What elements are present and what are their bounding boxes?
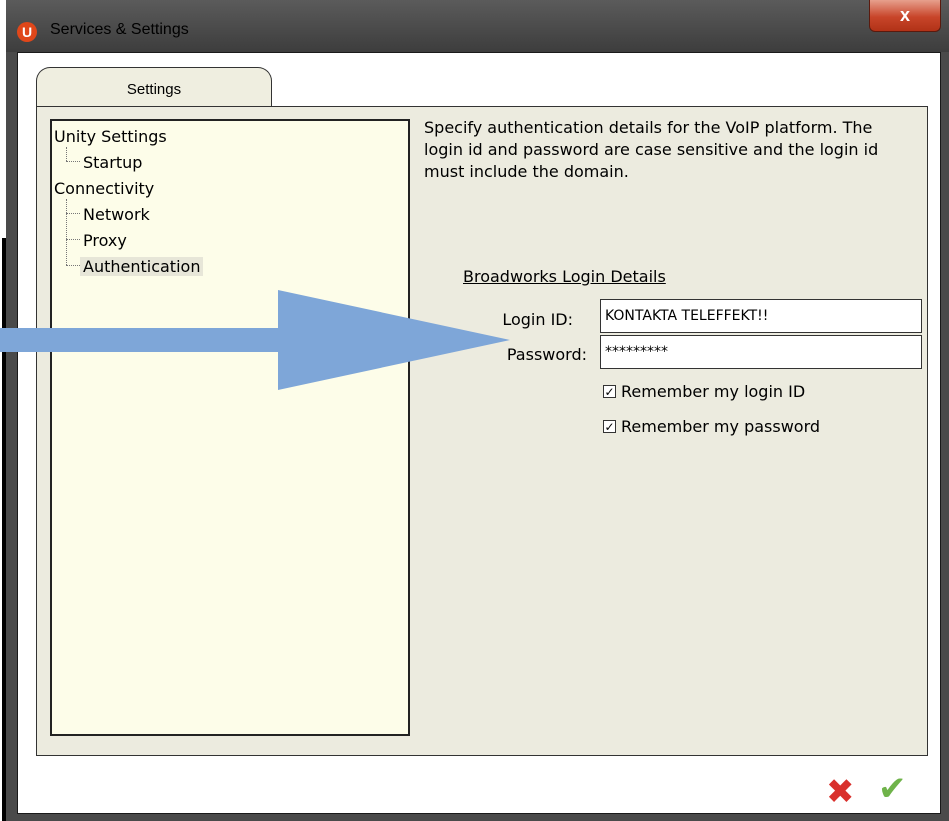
tree-connector xyxy=(66,147,67,161)
app-logo-icon: U xyxy=(17,22,37,42)
login-section-title: Broadworks Login Details xyxy=(463,267,666,286)
settings-window: U Services & Settings x Settings Unity S… xyxy=(6,0,949,821)
tree-connector xyxy=(66,239,80,240)
tree-connector xyxy=(66,213,80,214)
window-title: Services & Settings xyxy=(50,21,189,38)
settings-tree: Unity Settings Startup Connectivity Netw… xyxy=(50,119,410,736)
password-input[interactable] xyxy=(600,335,922,369)
tree-item-authentication[interactable]: Authentication xyxy=(80,257,204,276)
tab-settings[interactable]: Settings xyxy=(36,67,272,111)
tree-item-connectivity[interactable]: Connectivity xyxy=(54,179,154,198)
remember-login-label: Remember my login ID xyxy=(621,382,806,401)
login-id-input[interactable] xyxy=(600,299,922,333)
window-client-area: Settings Unity Settings Startup Connecti… xyxy=(17,52,941,814)
remember-login-checkbox[interactable]: ✓ xyxy=(603,385,616,399)
tree-connector xyxy=(66,265,80,266)
cancel-x-icon[interactable]: ✖ xyxy=(826,772,855,812)
tree-item-unity-settings[interactable]: Unity Settings xyxy=(54,127,167,146)
remember-password-label: Remember my password xyxy=(621,417,821,436)
client-inner: Settings Unity Settings Startup Connecti… xyxy=(20,55,938,812)
close-button[interactable]: x xyxy=(869,0,941,32)
title-bar[interactable]: U Services & Settings x xyxy=(6,0,949,52)
tree-connector xyxy=(66,199,67,265)
remember-password-row[interactable]: ✓ Remember my password xyxy=(603,417,820,436)
remember-password-checkbox[interactable]: ✓ xyxy=(603,420,616,434)
tree-item-proxy[interactable]: Proxy xyxy=(83,231,127,250)
settings-tab-panel: Unity Settings Startup Connectivity Netw… xyxy=(36,106,928,756)
ok-check-icon[interactable]: ✔ xyxy=(878,769,907,809)
tree-connector xyxy=(66,161,80,162)
remember-login-row[interactable]: ✓ Remember my login ID xyxy=(603,382,805,401)
tree-item-startup[interactable]: Startup xyxy=(83,153,142,172)
auth-description: Specify authentication details for the V… xyxy=(424,118,879,181)
annotation-arrow-icon xyxy=(0,290,510,390)
tree-item-network[interactable]: Network xyxy=(83,205,150,224)
